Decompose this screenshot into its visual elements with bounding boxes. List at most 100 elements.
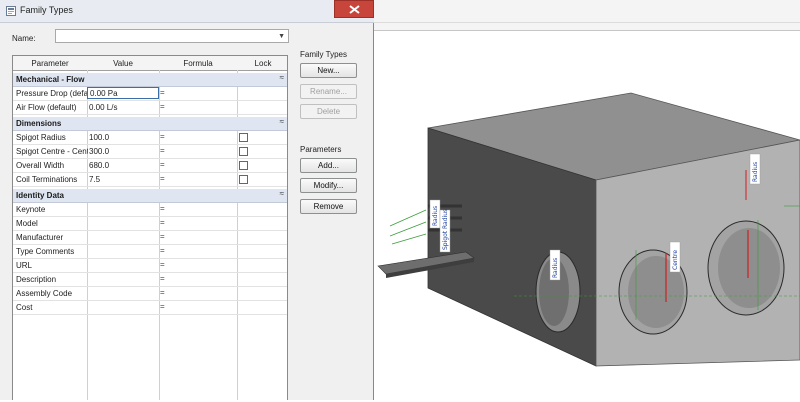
lock-checkbox[interactable] bbox=[239, 175, 248, 184]
header-parameter[interactable]: Parameter bbox=[13, 59, 87, 68]
group-label: Dimensions bbox=[16, 119, 62, 128]
param-formula[interactable]: = bbox=[160, 204, 165, 213]
header-formula[interactable]: Formula bbox=[159, 59, 237, 68]
param-name: Coil Terminations bbox=[16, 175, 78, 184]
green-arrow bbox=[391, 233, 427, 245]
dim-label: Radius bbox=[429, 199, 441, 229]
model-view[interactable]: Radius Spigot Radius Radius Centre Radiu… bbox=[374, 30, 800, 400]
svg-text:Radius: Radius bbox=[752, 162, 759, 182]
lock-checkbox[interactable] bbox=[239, 161, 248, 170]
parameters-table: Parameter Value Formula Lock Mechanical … bbox=[12, 55, 288, 400]
param-value[interactable]: 680.0 bbox=[89, 161, 159, 170]
param-name: Pressure Drop (default) bbox=[16, 89, 88, 98]
group-dimensions[interactable]: Dimensions ≈ bbox=[13, 117, 287, 131]
modify-parameter-button[interactable]: Modify... bbox=[300, 178, 357, 193]
param-formula[interactable]: = bbox=[160, 302, 165, 311]
table-row[interactable]: URL = bbox=[13, 259, 287, 273]
param-name: Overall Width bbox=[16, 161, 65, 170]
svg-text:Radius: Radius bbox=[552, 258, 559, 278]
name-dropdown[interactable]: ▼ bbox=[55, 29, 289, 43]
table-row[interactable]: Type Comments = bbox=[13, 245, 287, 259]
param-name: Spigot Centre - Centre bbox=[16, 147, 88, 156]
group-label: Identity Data bbox=[16, 191, 65, 200]
lock-checkbox[interactable] bbox=[239, 147, 248, 156]
new-type-button[interactable]: New... bbox=[300, 63, 357, 78]
table-row[interactable]: Model = bbox=[13, 217, 287, 231]
table-row[interactable]: Spigot Centre - Centre 300.0 = bbox=[13, 145, 287, 159]
family-types-label: Family Types bbox=[300, 50, 347, 59]
param-formula[interactable]: = bbox=[160, 174, 165, 183]
param-formula[interactable]: = bbox=[160, 160, 165, 169]
table-row[interactable]: Overall Width 680.0 = bbox=[13, 159, 287, 173]
group-mechanical-flow[interactable]: Mechanical - Flow ≈ bbox=[13, 73, 287, 87]
table-row[interactable]: Description = bbox=[13, 273, 287, 287]
svg-text:Centre: Centre bbox=[672, 250, 679, 270]
param-formula[interactable]: = bbox=[160, 218, 165, 227]
collapse-icon[interactable]: ≈ bbox=[280, 189, 284, 198]
chevron-down-icon: ▼ bbox=[278, 33, 285, 40]
app-icon bbox=[6, 6, 16, 16]
param-name: Assembly Code bbox=[16, 289, 73, 298]
collapse-icon[interactable]: ≈ bbox=[280, 117, 284, 126]
delete-type-button[interactable]: Delete bbox=[300, 104, 357, 119]
dialog-title: Family Types bbox=[20, 5, 73, 15]
collapse-icon[interactable]: ≈ bbox=[280, 73, 284, 82]
group-identity-data[interactable]: Identity Data ≈ bbox=[13, 189, 287, 203]
param-name: Manufacturer bbox=[16, 233, 64, 242]
param-formula[interactable]: = bbox=[160, 246, 165, 255]
table-row[interactable]: Assembly Code = bbox=[13, 287, 287, 301]
param-value-input[interactable]: 0.00 Pa bbox=[87, 87, 159, 99]
param-formula[interactable]: = bbox=[160, 102, 165, 111]
close-icon bbox=[349, 5, 360, 14]
title-bar: Family Types bbox=[0, 0, 374, 23]
viewport-toolbar bbox=[374, 0, 800, 31]
divider bbox=[374, 22, 800, 23]
table-row[interactable]: Pressure Drop (default) 0.00 Pa = bbox=[13, 87, 287, 101]
add-parameter-button[interactable]: Add... bbox=[300, 158, 357, 173]
param-value[interactable]: 0.00 L/s bbox=[89, 103, 159, 112]
lock-checkbox[interactable] bbox=[239, 133, 248, 142]
svg-text:Spigot Radius: Spigot Radius bbox=[442, 209, 449, 250]
param-formula[interactable]: = bbox=[160, 232, 165, 241]
svg-text:Radius: Radius bbox=[432, 206, 439, 226]
remove-parameter-button[interactable]: Remove bbox=[300, 199, 357, 214]
green-arrow bbox=[389, 221, 427, 237]
param-name: Air Flow (default) bbox=[16, 103, 77, 112]
param-name: Type Comments bbox=[16, 247, 75, 256]
param-value[interactable]: 7.5 bbox=[89, 175, 159, 184]
table-row[interactable]: Keynote = bbox=[13, 203, 287, 217]
param-name: Description bbox=[16, 275, 57, 284]
table-row[interactable]: Coil Terminations 7.5 = bbox=[13, 173, 287, 187]
header-lock[interactable]: Lock bbox=[237, 59, 287, 68]
dim-label: Centre bbox=[669, 241, 681, 273]
green-arrow bbox=[389, 209, 427, 227]
param-name: Spigot Radius bbox=[16, 133, 66, 142]
rename-type-button[interactable]: Rename... bbox=[300, 84, 357, 99]
param-formula[interactable]: = bbox=[160, 146, 165, 155]
param-value[interactable]: 100.0 bbox=[89, 133, 159, 142]
table-row[interactable]: Cost = bbox=[13, 301, 287, 315]
param-formula[interactable]: = bbox=[160, 288, 165, 297]
table-header: Parameter Value Formula Lock bbox=[13, 56, 287, 71]
table-row[interactable]: Air Flow (default) 0.00 L/s = bbox=[13, 101, 287, 115]
parameters-label: Parameters bbox=[300, 145, 342, 154]
param-formula[interactable]: = bbox=[160, 132, 165, 141]
close-button[interactable] bbox=[334, 0, 374, 18]
dim-label: Radius bbox=[749, 153, 761, 185]
param-formula[interactable]: = bbox=[160, 88, 165, 97]
table-row[interactable]: Manufacturer = bbox=[13, 231, 287, 245]
name-label: Name: bbox=[12, 34, 36, 43]
param-name: Model bbox=[16, 219, 38, 228]
param-formula[interactable]: = bbox=[160, 274, 165, 283]
param-formula[interactable]: = bbox=[160, 260, 165, 269]
dim-label: Spigot Radius bbox=[439, 209, 451, 253]
param-name: Keynote bbox=[16, 205, 46, 214]
header-value[interactable]: Value bbox=[87, 59, 159, 68]
family-types-dialog: Family Types Name: ▼ Parameter Value For… bbox=[0, 0, 374, 400]
param-name: URL bbox=[16, 261, 33, 270]
param-value[interactable]: 300.0 bbox=[89, 147, 159, 156]
dim-label: Radius bbox=[549, 249, 561, 281]
3d-viewport[interactable]: Radius Spigot Radius Radius Centre Radiu… bbox=[374, 30, 800, 400]
param-name: Cost bbox=[16, 303, 33, 312]
table-row[interactable]: Spigot Radius 100.0 = bbox=[13, 131, 287, 145]
